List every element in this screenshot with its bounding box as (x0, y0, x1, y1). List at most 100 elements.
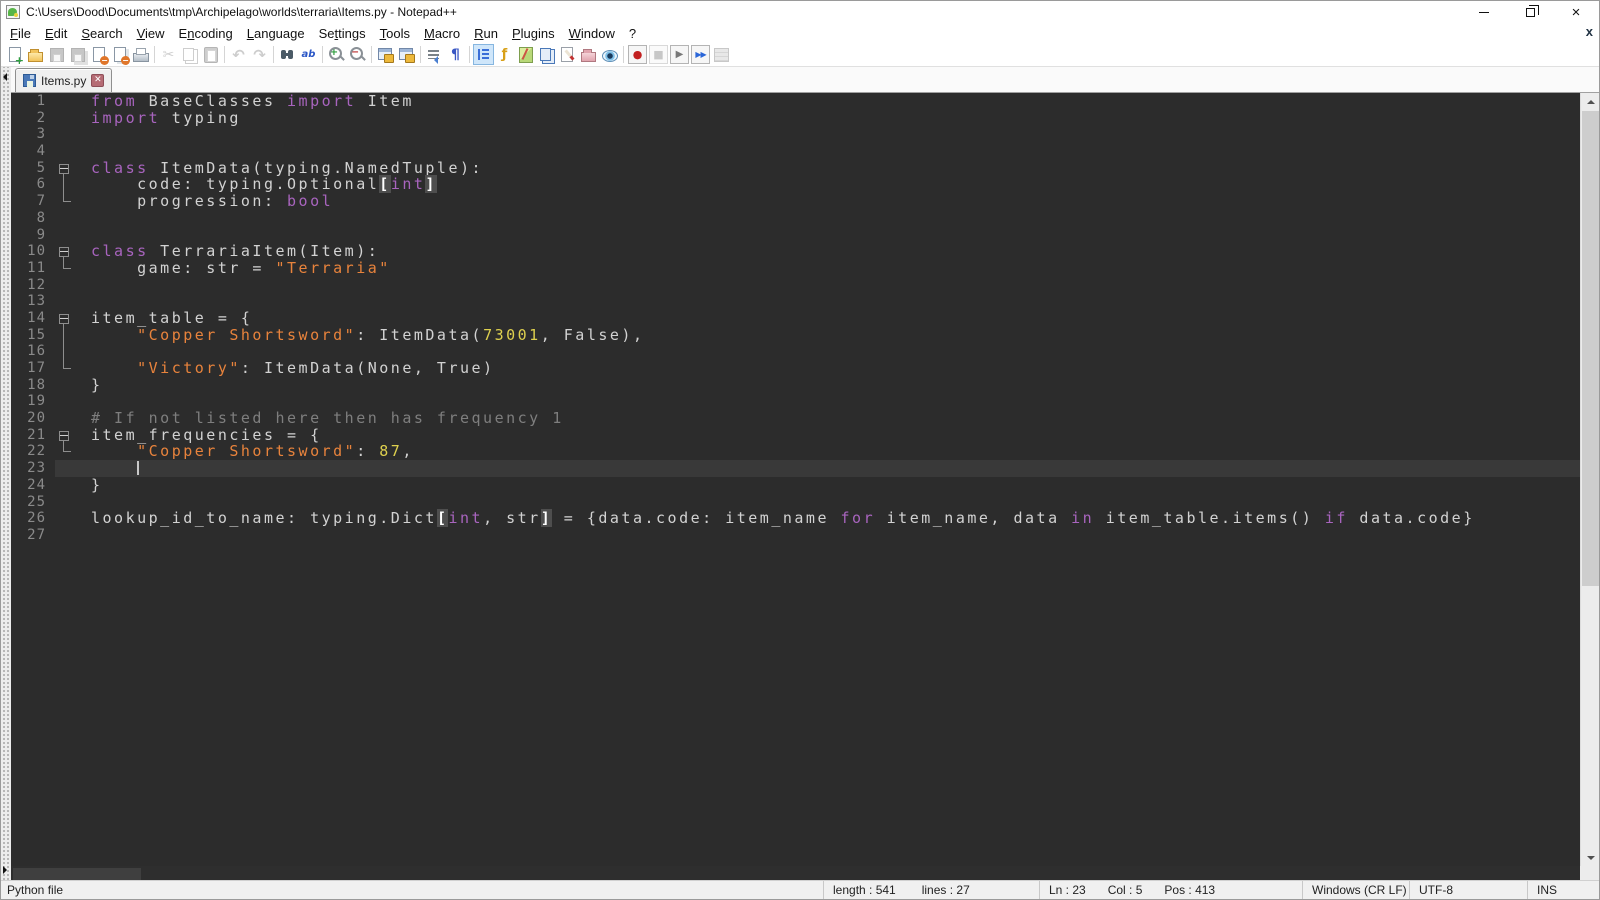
menu-item-encoding[interactable]: Encoding (172, 24, 240, 43)
vertical-scrollbar[interactable] (1580, 93, 1599, 866)
close-all-icon[interactable] (110, 45, 129, 64)
line-number: 26 (11, 510, 55, 527)
print-icon[interactable] (131, 45, 150, 64)
toolbar-separator (273, 46, 274, 63)
menu-item-plugins[interactable]: Plugins (505, 24, 562, 43)
code-text: "Victory": ItemData(None, True) (81, 360, 1582, 377)
code-line: 26lookup_id_to_name: typing.Dict[int, st… (11, 510, 1582, 527)
menu-item-macro[interactable]: Macro (417, 24, 467, 43)
code-text (81, 393, 1582, 410)
copy-icon[interactable] (180, 45, 199, 64)
save-icon[interactable] (47, 45, 66, 64)
code-line: 21item_frequencies = { (11, 427, 1582, 444)
menu-item-run[interactable]: Run (467, 24, 505, 43)
code-text: } (81, 477, 1582, 494)
sync-horizontal-scroll-icon[interactable] (397, 45, 416, 64)
sync-vertical-scroll-icon[interactable] (376, 45, 395, 64)
open-file-icon[interactable] (26, 45, 45, 64)
restore-button[interactable] (1507, 1, 1553, 23)
run-macro-multiple-icon[interactable]: ▶▶ (691, 45, 710, 64)
code-line: 12 (11, 277, 1582, 294)
saved-file-icon (23, 74, 36, 87)
code-line: 10class TerrariaItem(Item): (11, 243, 1582, 260)
function-list-icon[interactable]: ƒ (495, 45, 514, 64)
fold-margin (55, 110, 81, 127)
title-bar[interactable]: C:\Users\Dood\Documents\tmp\Archipelago\… (1, 1, 1599, 23)
zoom-out-icon[interactable]: − (348, 45, 367, 64)
menu-item-tools[interactable]: Tools (373, 24, 417, 43)
fold-margin (55, 143, 81, 160)
zoom-in-icon[interactable]: + (327, 45, 346, 64)
new-file-icon[interactable] (5, 45, 24, 64)
status-column: Col : 5 (1108, 883, 1143, 897)
close-icon[interactable] (89, 45, 108, 64)
menu-item-language[interactable]: Language (240, 24, 312, 43)
code-text (81, 293, 1582, 310)
close-button[interactable]: × (1553, 1, 1599, 23)
notepadpp-logo-icon (6, 5, 20, 19)
word-wrap-icon[interactable] (425, 45, 444, 64)
status-typing-mode[interactable]: INS (1527, 881, 1599, 899)
vertical-scrollbar-thumb[interactable] (1582, 111, 1599, 586)
line-number: 14 (11, 310, 55, 327)
dock-grip-strip[interactable] (1, 67, 11, 882)
fold-margin (55, 527, 81, 544)
cut-icon[interactable]: ✂ (159, 45, 178, 64)
scroll-down-icon[interactable] (1581, 849, 1600, 866)
status-eol-format[interactable]: Windows (CR LF) (1302, 881, 1409, 899)
replace-icon[interactable]: ab (299, 45, 318, 64)
status-line: Ln : 23 (1049, 883, 1086, 897)
menu-item-help[interactable]: ? (622, 24, 643, 43)
tab-close-icon[interactable]: ✕ (91, 74, 104, 87)
save-all-icon[interactable] (68, 45, 87, 64)
document-map-icon[interactable] (516, 45, 535, 64)
play-macro-icon[interactable]: ▶ (670, 45, 689, 64)
minimize-button[interactable] (1461, 1, 1507, 23)
edit-pen-icon[interactable] (558, 45, 577, 64)
stop-macro-icon[interactable]: ■ (649, 45, 668, 64)
show-all-characters-icon[interactable]: ¶ (446, 45, 465, 64)
tab-items-py[interactable]: Items.py ✕ (15, 68, 112, 92)
toolbar-separator (469, 46, 470, 63)
fold-margin (55, 293, 81, 310)
fold-margin (55, 193, 81, 210)
fold-collapse-icon[interactable] (55, 243, 81, 260)
status-encoding[interactable]: UTF-8 (1409, 881, 1527, 899)
fold-collapse-icon[interactable] (55, 427, 81, 444)
menu-item-settings[interactable]: Settings (312, 24, 373, 43)
menu-item-search[interactable]: Search (74, 24, 129, 43)
fold-collapse-icon[interactable] (55, 310, 81, 327)
code-text (81, 460, 1582, 477)
fold-margin (55, 176, 81, 193)
line-number: 24 (11, 477, 55, 494)
menu-item-window[interactable]: Window (562, 24, 622, 43)
fold-margin (55, 210, 81, 227)
menu-item-view[interactable]: View (130, 24, 172, 43)
save-macro-icon[interactable] (712, 45, 731, 64)
horizontal-scrollbar-thumb[interactable] (13, 868, 141, 880)
document-list-icon[interactable] (537, 45, 556, 64)
fold-margin (55, 477, 81, 494)
fold-collapse-icon[interactable] (55, 160, 81, 177)
show-indent-guide-icon[interactable] (474, 45, 493, 64)
toolbar: ✂↶↷ab+−¶ƒ●■▶▶▶ (1, 43, 1599, 67)
menu-item-file[interactable]: File (3, 24, 38, 43)
monitoring-icon[interactable] (600, 45, 619, 64)
menu-item-edit[interactable]: Edit (38, 24, 74, 43)
status-lines: lines : 27 (922, 883, 970, 897)
line-number: 7 (11, 193, 55, 210)
close-document-icon[interactable]: x (1586, 24, 1593, 39)
status-position: Pos : 413 (1164, 883, 1215, 897)
paste-icon[interactable] (201, 45, 220, 64)
tab-label: Items.py (41, 74, 86, 88)
code-line: 11 game: str = "Terraria" (11, 260, 1582, 277)
folder-as-workspace-icon[interactable] (579, 45, 598, 64)
redo-icon[interactable]: ↷ (250, 45, 269, 64)
find-icon[interactable] (278, 45, 297, 64)
record-macro-icon[interactable]: ● (628, 45, 647, 64)
scroll-up-icon[interactable] (1581, 93, 1600, 110)
code-area[interactable]: 1from BaseClasses import Item2import typ… (11, 93, 1582, 866)
code-line: 1from BaseClasses import Item (11, 93, 1582, 110)
undo-icon[interactable]: ↶ (229, 45, 248, 64)
fold-margin (55, 260, 81, 277)
